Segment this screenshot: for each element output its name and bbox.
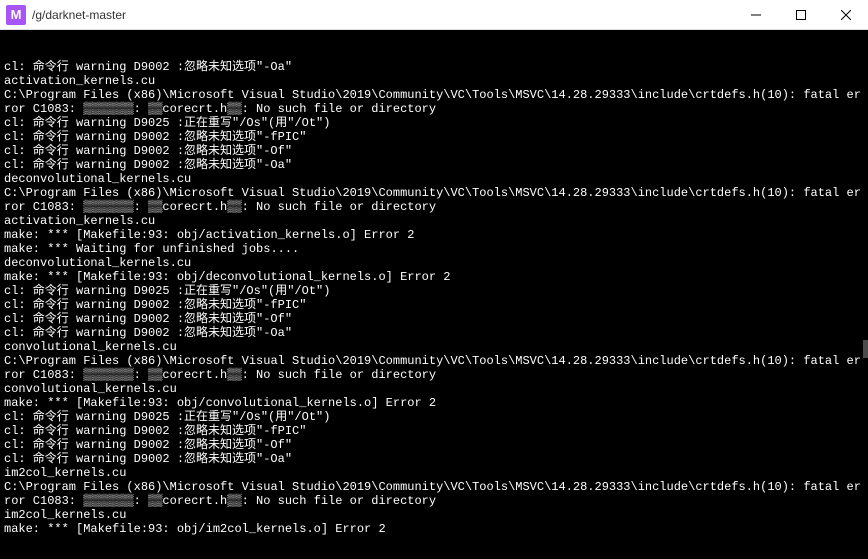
terminal-line: C:\Program Files (x86)\Microsoft Visual … — [4, 480, 864, 508]
terminal-line: C:\Program Files (x86)\Microsoft Visual … — [4, 186, 864, 214]
terminal-line: cl: 命令行 warning D9002 :忽略未知选项"-Oa" — [4, 326, 864, 340]
terminal-line: C:\Program Files (x86)\Microsoft Visual … — [4, 88, 864, 116]
app-icon: M — [6, 5, 26, 25]
terminal-line: cl: 命令行 warning D9002 :忽略未知选项"-Of" — [4, 312, 864, 326]
terminal-line: cl: 命令行 warning D9002 :忽略未知选项"-Oa" — [4, 60, 864, 74]
terminal-line: cl: 命令行 warning D9002 :忽略未知选项"-fPIC" — [4, 424, 864, 438]
terminal-line: make: *** [Makefile:93: obj/deconvolutio… — [4, 270, 864, 284]
terminal-line: activation_kernels.cu — [4, 74, 864, 88]
terminal-line: cl: 命令行 warning D9002 :忽略未知选项"-Of" — [4, 144, 864, 158]
terminal-output[interactable]: cl: 命令行 warning D9002 :忽略未知选项"-Oa"activa… — [0, 30, 868, 559]
terminal-line: cl: 命令行 warning D9025 :正在重写"/Os"(用"/Ot") — [4, 116, 864, 130]
terminal-line: cl: 命令行 warning D9002 :忽略未知选项"-fPIC" — [4, 130, 864, 144]
terminal-line: activation_kernels.cu — [4, 214, 864, 228]
window-controls — [733, 0, 868, 29]
terminal-line: deconvolutional_kernels.cu — [4, 256, 864, 270]
terminal-line: make: *** [Makefile:93: obj/convolutiona… — [4, 396, 864, 410]
terminal-line: make: *** [Makefile:93: obj/activation_k… — [4, 228, 864, 242]
terminal-line: cl: 命令行 warning D9025 :正在重写"/Os"(用"/Ot") — [4, 410, 864, 424]
terminal-line: cl: 命令行 warning D9002 :忽略未知选项"-Of" — [4, 438, 864, 452]
terminal-line: cl: 命令行 warning D9025 :正在重写"/Os"(用"/Ot") — [4, 284, 864, 298]
maximize-button[interactable] — [778, 0, 823, 29]
terminal-line: make: *** [Makefile:93: obj/im2col_kerne… — [4, 522, 864, 536]
terminal-line: im2col_kernels.cu — [4, 466, 864, 480]
window-title: /g/darknet-master — [32, 8, 733, 22]
scrollbar-thumb[interactable] — [863, 340, 868, 358]
titlebar[interactable]: M /g/darknet-master — [0, 0, 868, 30]
terminal-line: cl: 命令行 warning D9002 :忽略未知选项"-fPIC" — [4, 298, 864, 312]
minimize-button[interactable] — [733, 0, 778, 29]
terminal-line: im2col_kernels.cu — [4, 508, 864, 522]
terminal-line: convolutional_kernels.cu — [4, 340, 864, 354]
terminal-line: convolutional_kernels.cu — [4, 382, 864, 396]
terminal-line: C:\Program Files (x86)\Microsoft Visual … — [4, 354, 864, 382]
terminal-line: cl: 命令行 warning D9002 :忽略未知选项"-Oa" — [4, 158, 864, 172]
terminal-line: make: *** Waiting for unfinished jobs...… — [4, 242, 864, 256]
terminal-line: cl: 命令行 warning D9002 :忽略未知选项"-Oa" — [4, 452, 864, 466]
close-button[interactable] — [823, 0, 868, 29]
terminal-line: deconvolutional_kernels.cu — [4, 172, 864, 186]
